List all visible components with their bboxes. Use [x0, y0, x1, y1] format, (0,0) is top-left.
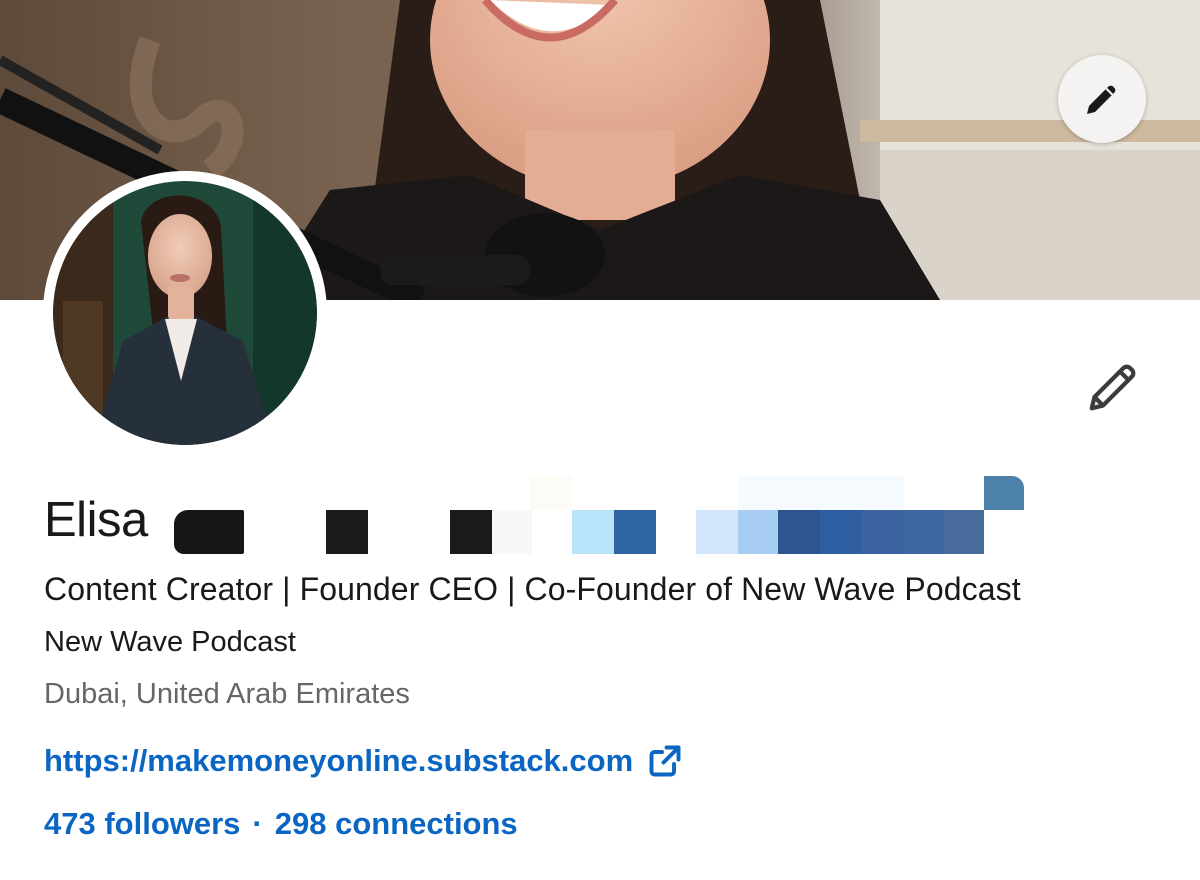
profile-company[interactable]: New Wave Podcast	[44, 626, 296, 659]
profile-first-name: Elisa	[44, 493, 148, 547]
edit-cover-button[interactable]	[1058, 55, 1146, 143]
followers-link[interactable]: 473 followers	[44, 806, 240, 841]
connections-link[interactable]: 298 connections	[275, 806, 518, 841]
profile-location: Dubai, United Arab Emirates	[44, 678, 410, 710]
redacted-name-block	[174, 476, 1044, 558]
external-link-icon[interactable]	[647, 743, 683, 779]
website-link[interactable]: https://makemoneyonline.substack.com	[44, 743, 633, 779]
edit-intro-button[interactable]	[1078, 352, 1148, 422]
pencil-icon	[1087, 85, 1116, 114]
network-stats: 473 followers · 298 connections	[44, 806, 518, 842]
profile-avatar[interactable]	[43, 171, 327, 455]
profile-card: Elisa Content Creator | Founder CEO | Co…	[0, 0, 1200, 880]
website-row: https://makemoneyonline.substack.com	[44, 741, 683, 781]
profile-headline: Content Creator | Founder CEO | Co-Found…	[44, 571, 1021, 607]
stats-separator: ·	[252, 806, 263, 841]
pencil-icon	[1089, 364, 1136, 411]
